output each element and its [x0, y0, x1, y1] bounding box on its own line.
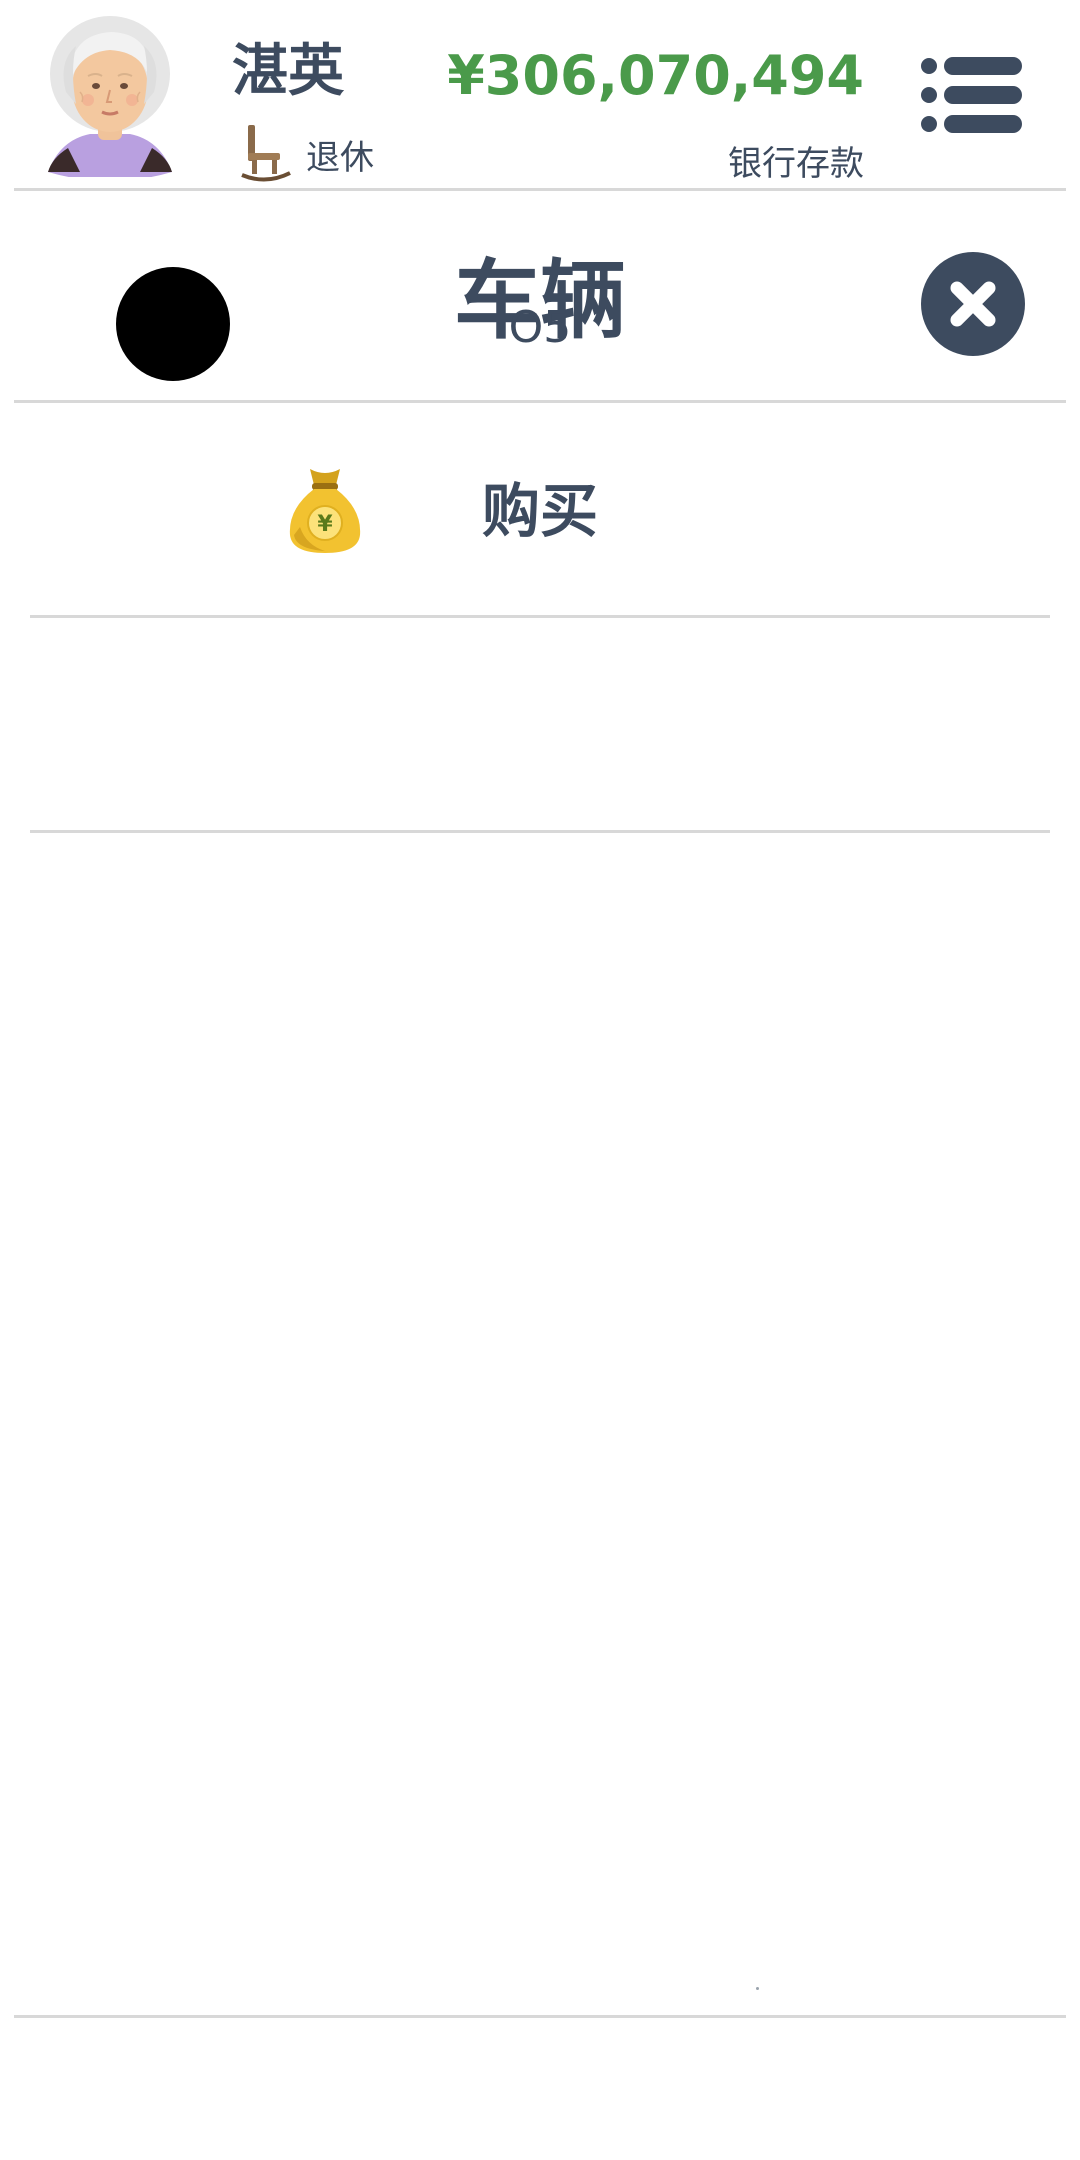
vehicle-name: O5 [508, 302, 572, 353]
vehicle-list: ¥ 购买 [0, 403, 1080, 833]
avatar [40, 12, 180, 181]
buy-label: 购买 [481, 477, 598, 545]
bank-balance: ¥306,070,494 [447, 44, 864, 107]
vehicle-row[interactable] [0, 618, 1080, 833]
buy-row[interactable]: ¥ 购买 [0, 403, 1080, 618]
status-row: 退休 [240, 122, 374, 186]
menu-button[interactable] [920, 56, 1024, 134]
rocking-chair-icon [240, 123, 292, 185]
bottom-divider [14, 2015, 1066, 2018]
top-bar: 湛英 退休 ¥306,070,494 银行存款 [0, 0, 1080, 191]
row-divider [30, 830, 1050, 833]
speck [756, 1987, 759, 1990]
player-name: 湛英 [232, 39, 344, 104]
bank-balance-label: 银行存款 [728, 144, 864, 184]
status-label: 退休 [306, 137, 374, 178]
list-menu-icon [921, 57, 1022, 133]
